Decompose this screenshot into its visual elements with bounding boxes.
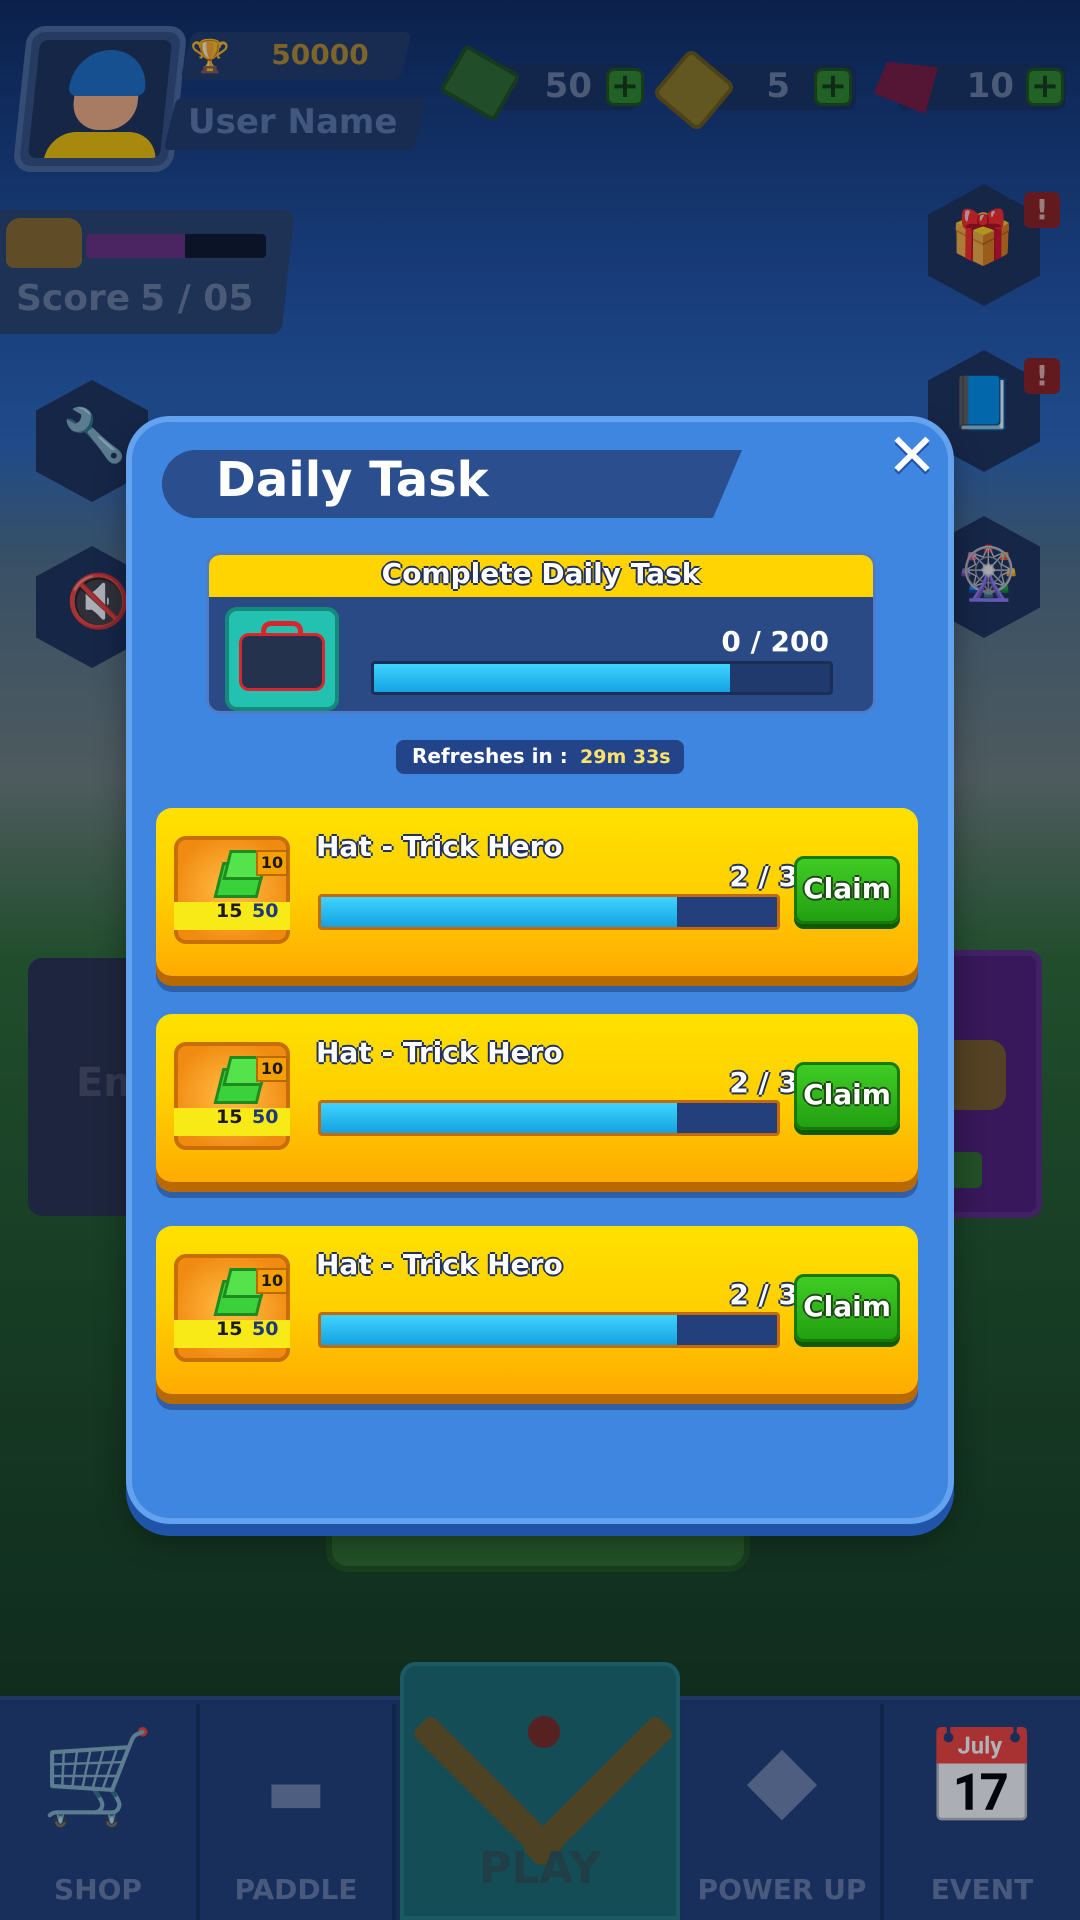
task-progress-bar	[318, 1312, 780, 1348]
task-progress-fill	[321, 1103, 677, 1133]
complete-daily-task-title: Complete Daily Task	[381, 557, 701, 590]
task-name: Hat - Trick Hero	[316, 830, 563, 863]
claim-button[interactable]: Claim	[794, 1274, 900, 1342]
kit-bag-body	[239, 633, 325, 691]
task-reward: 10 15 50	[174, 836, 290, 944]
task-progress-bar	[318, 894, 780, 930]
task-reward: 10 15 50	[174, 1254, 290, 1362]
task-card: 10 15 50 Hat - Trick Hero 2 / 3 Claim	[156, 1014, 918, 1182]
task-count: 2 / 3	[729, 860, 798, 893]
reward-badge: 10	[256, 850, 288, 876]
kit-bag-reward-icon	[225, 607, 339, 711]
refresh-timer: Refreshes in : 29m 33s	[396, 740, 684, 774]
refresh-label: Refreshes in :	[412, 744, 568, 768]
close-icon[interactable]: ✕	[882, 426, 942, 486]
task-count: 2 / 3	[729, 1066, 798, 1099]
task-count: 2 / 3	[729, 1278, 798, 1311]
reward-badge: 10	[256, 1268, 288, 1294]
modal-title: Daily Task	[216, 452, 489, 508]
task-card: 10 15 50 Hat - Trick Hero 2 / 3 Claim	[156, 1226, 918, 1394]
task-name: Hat - Trick Hero	[316, 1248, 563, 1281]
task-reward: 10 15 50	[174, 1042, 290, 1150]
claim-button[interactable]: Claim	[794, 1062, 900, 1130]
reward-value-b: 50	[252, 1106, 279, 1128]
reward-badge: 10	[256, 1056, 288, 1082]
complete-daily-task-progress-bar	[371, 661, 833, 695]
reward-value-a: 15	[216, 1318, 243, 1340]
refresh-time: 29m 33s	[580, 746, 671, 768]
task-name: Hat - Trick Hero	[316, 1036, 563, 1069]
complete-daily-task-panel: Complete Daily Task 0 / 200	[206, 552, 876, 714]
reward-value-a: 15	[216, 1106, 243, 1128]
reward-value-b: 50	[252, 1318, 279, 1340]
complete-daily-task-count: 0 / 200	[721, 625, 829, 658]
complete-daily-task-progress-fill	[374, 664, 730, 692]
reward-value-b: 50	[252, 900, 279, 922]
task-progress-fill	[321, 897, 677, 927]
task-progress-fill	[321, 1315, 677, 1345]
task-card: 10 15 50 Hat - Trick Hero 2 / 3 Claim	[156, 808, 918, 976]
reward-value-a: 15	[216, 900, 243, 922]
task-progress-bar	[318, 1100, 780, 1136]
claim-button[interactable]: Claim	[794, 856, 900, 924]
complete-daily-task-header: Complete Daily Task	[209, 555, 873, 597]
